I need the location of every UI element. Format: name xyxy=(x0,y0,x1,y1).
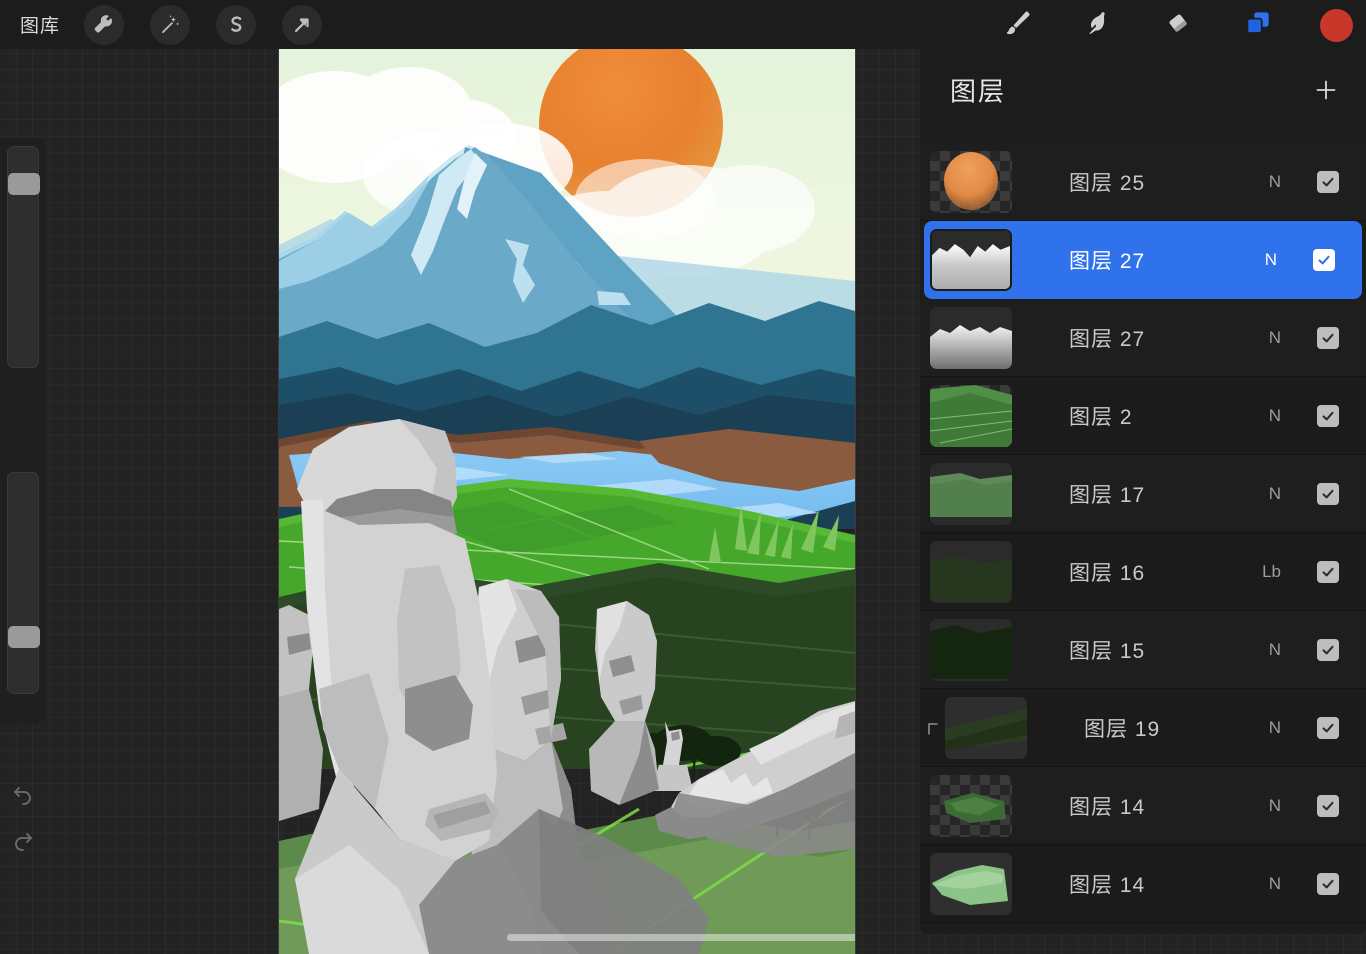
layer-blend-mode[interactable]: N xyxy=(1269,484,1281,504)
layer-blend-mode[interactable]: Lb xyxy=(1262,562,1281,582)
layer-row[interactable]: 图层 19 N xyxy=(920,689,1366,767)
layers-tool-button[interactable] xyxy=(1236,3,1280,47)
layer-name: 图层 25 xyxy=(1069,171,1146,195)
layer-thumbnail[interactable] xyxy=(930,306,1012,369)
layer-visibility-checkbox[interactable] xyxy=(1313,248,1335,271)
layer-visibility-checkbox[interactable] xyxy=(1317,404,1339,427)
brush-opacity-handle[interactable] xyxy=(8,626,40,648)
procreate-app: 图库 图层 图层 25 N 图层 27 N 图层 27 N 图层 2 N 图层 … xyxy=(0,0,1366,954)
brush-size-slider[interactable] xyxy=(7,146,40,368)
undo-button[interactable] xyxy=(11,782,35,806)
layer-thumbnail[interactable] xyxy=(930,228,1012,291)
selection-button[interactable] xyxy=(216,5,256,45)
layer-thumbnail[interactable] xyxy=(930,540,1012,603)
layer-name: 图层 27 xyxy=(1069,327,1146,351)
layers-panel-title: 图层 xyxy=(950,76,1007,107)
layer-row[interactable]: 图层 14 N xyxy=(920,845,1366,923)
layers-icon xyxy=(1243,8,1273,43)
artwork xyxy=(279,49,855,954)
layer-row[interactable]: 图层 2 N xyxy=(920,377,1366,455)
gallery-button[interactable]: 图库 xyxy=(20,11,60,38)
arrow-icon xyxy=(291,14,313,36)
layer-row[interactable]: 图层 27 N xyxy=(924,221,1362,299)
transform-button[interactable] xyxy=(282,5,322,45)
layer-thumbnail[interactable] xyxy=(930,774,1012,837)
layer-row[interactable]: 图层 17 N xyxy=(920,455,1366,533)
layer-name: 图层 16 xyxy=(1069,561,1146,585)
eraser-icon xyxy=(1163,8,1193,43)
layer-visibility-checkbox[interactable] xyxy=(1317,326,1339,349)
layer-visibility-checkbox[interactable] xyxy=(1317,482,1339,505)
layer-blend-mode[interactable]: N xyxy=(1269,796,1281,816)
layer-row[interactable]: 图层 25 N xyxy=(920,143,1366,221)
eraser-tool-button[interactable] xyxy=(1156,3,1200,47)
left-sidebar xyxy=(0,138,46,851)
layer-blend-mode[interactable]: N xyxy=(1269,406,1281,426)
layer-row[interactable]: 图层 14 N xyxy=(920,767,1366,845)
layer-thumbnail[interactable] xyxy=(930,618,1012,681)
layer-visibility-checkbox[interactable] xyxy=(1317,716,1339,739)
layer-visibility-checkbox[interactable] xyxy=(1317,560,1339,583)
layer-blend-mode[interactable]: N xyxy=(1269,874,1281,894)
smudge-tool-button[interactable] xyxy=(1076,3,1120,47)
layer-name: 图层 14 xyxy=(1069,873,1146,897)
magic-wand-icon xyxy=(159,14,181,36)
layer-name: 图层 14 xyxy=(1069,795,1146,819)
wrench-icon xyxy=(93,14,115,36)
layer-name: 图层 15 xyxy=(1069,639,1146,663)
layer-visibility-checkbox[interactable] xyxy=(1317,794,1339,817)
layer-blend-mode[interactable]: N xyxy=(1269,640,1281,660)
clipping-mask-icon xyxy=(926,720,940,736)
drawing-canvas[interactable] xyxy=(279,49,855,954)
brush-icon xyxy=(1003,8,1033,43)
plus-icon xyxy=(1312,80,1340,108)
brush-opacity-slider[interactable] xyxy=(7,472,40,694)
smudge-icon xyxy=(1083,8,1113,43)
layer-blend-mode[interactable]: N xyxy=(1269,328,1281,348)
layer-visibility-checkbox[interactable] xyxy=(1317,872,1339,895)
brush-size-handle[interactable] xyxy=(8,173,40,195)
layer-blend-mode[interactable]: N xyxy=(1269,172,1281,192)
layer-thumbnail[interactable] xyxy=(930,852,1012,915)
top-toolbar: 图库 xyxy=(0,0,1366,49)
redo-button[interactable] xyxy=(11,828,35,852)
actions-wrench-button[interactable] xyxy=(84,5,124,45)
adjustments-button[interactable] xyxy=(150,5,190,45)
layer-visibility-checkbox[interactable] xyxy=(1317,638,1339,661)
layer-row[interactable]: 图层 15 N xyxy=(920,611,1366,689)
color-swatch-button[interactable] xyxy=(1320,9,1353,42)
layer-name: 图层 2 xyxy=(1069,405,1133,429)
canvas-scroll-indicator[interactable] xyxy=(507,934,855,941)
layer-thumbnail[interactable] xyxy=(930,150,1012,213)
layer-list[interactable]: 图层 25 N 图层 27 N 图层 27 N 图层 2 N 图层 17 N 图… xyxy=(920,143,1366,934)
layer-row[interactable]: 图层 27 N xyxy=(920,299,1366,377)
layer-blend-mode[interactable]: N xyxy=(1265,250,1277,270)
brush-tool-button[interactable] xyxy=(996,3,1040,47)
add-layer-button[interactable] xyxy=(1312,76,1340,104)
layer-thumbnail[interactable] xyxy=(930,384,1012,447)
layer-blend-mode[interactable]: N xyxy=(1269,718,1281,738)
layer-name: 图层 27 xyxy=(1069,249,1146,273)
layers-panel: 图层 图层 25 N 图层 27 N 图层 27 N 图层 2 N 图层 17 … xyxy=(920,0,1366,934)
layer-thumbnail[interactable] xyxy=(930,462,1012,525)
layer-name: 图层 17 xyxy=(1069,483,1146,507)
layer-row[interactable]: 图层 16 Lb xyxy=(920,533,1366,611)
layer-name: 图层 19 xyxy=(1084,717,1161,741)
layer-thumbnail[interactable] xyxy=(945,696,1027,759)
selection-icon xyxy=(225,14,247,36)
layer-visibility-checkbox[interactable] xyxy=(1317,170,1339,193)
